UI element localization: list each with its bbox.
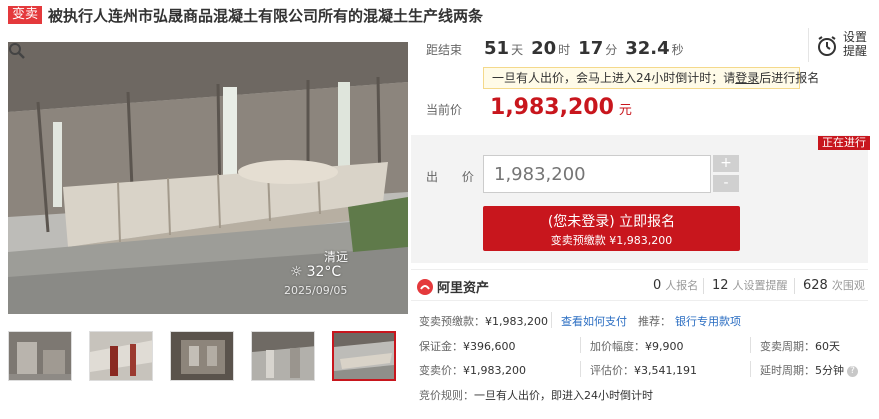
view-unit: 次围观 xyxy=(831,279,865,292)
notice-text-after: 后进行报名 xyxy=(759,71,820,85)
watermark-weather: ☼ 32°C xyxy=(290,264,341,280)
reminder-number: 12 xyxy=(712,278,729,293)
view-number: 628 xyxy=(803,278,828,293)
divider xyxy=(703,278,704,294)
rule-value: 一旦有人出价，即进入24小时倒计时 xyxy=(474,389,653,402)
thumbnail-4[interactable] xyxy=(251,331,315,381)
page-title: 被执行人连州市弘晟商品混凝土有限公司所有的混凝土生产线两条 xyxy=(48,6,484,25)
period-label: 变卖周期： xyxy=(760,340,815,353)
thumbnail-1[interactable] xyxy=(8,331,72,381)
countdown-days-unit: 天 xyxy=(511,43,524,57)
period-value: 60天 xyxy=(815,340,840,353)
delay-value: 5分钟 xyxy=(815,364,844,377)
bid-rule-info: 竞价规则：一旦有人出价，即进入24小时倒计时 xyxy=(419,387,653,403)
title-bar: 变卖 被执行人连州市弘晟商品混凝土有限公司所有的混凝土生产线两条 xyxy=(8,4,483,26)
deposit-label: 变卖预缴款： xyxy=(419,315,485,328)
register-button[interactable]: (您未登录) 立即报名 变卖预缴款 ¥1,983,200 xyxy=(483,206,740,251)
signup-count: 0 人报名 xyxy=(653,277,698,293)
signup-unit: 人报名 xyxy=(665,279,699,292)
help-icon[interactable]: ? xyxy=(847,365,858,377)
increment-value: ¥9,900 xyxy=(645,340,684,353)
current-price-unit: 元 xyxy=(618,103,632,118)
reminder-unit: 人设置提醒 xyxy=(732,279,788,292)
recommend-label: 推荐： xyxy=(638,315,671,328)
ali-assets-logo: 阿里资产 xyxy=(417,277,489,296)
current-price-value: 1,983,200 xyxy=(490,95,614,120)
increment-label: 加价幅度： xyxy=(590,340,645,353)
reminder-count: 12 人设置提醒 xyxy=(712,277,788,293)
countdown-hours-unit: 时 xyxy=(558,43,571,57)
sale-type-tag: 变卖 xyxy=(8,6,43,24)
signup-number: 0 xyxy=(653,278,662,293)
sale-price-info: 变卖价：¥1,983,200 xyxy=(419,362,526,378)
ali-logo-icon xyxy=(417,278,433,295)
appraisal-label: 评估价： xyxy=(590,364,634,377)
bid-decrease-button[interactable]: - xyxy=(713,175,739,192)
countdown-notice: 一旦有人出价，会马上进入24小时倒计时；请登录后进行报名 xyxy=(483,67,819,89)
countdown-minutes: 17 xyxy=(578,38,604,59)
warehouse-photo-image xyxy=(8,42,408,314)
alarm-clock-icon xyxy=(818,36,836,56)
thumbnail-2[interactable] xyxy=(89,331,153,381)
period-info: 变卖周期：60天 xyxy=(760,338,840,354)
sale-price-label: 变卖价： xyxy=(419,364,463,377)
appraisal-value: ¥3,541,191 xyxy=(634,364,697,377)
increment-info: 加价幅度：¥9,900 xyxy=(590,338,684,354)
deposit-value: ¥1,983,200 xyxy=(485,315,548,328)
status-badge: 正在进行 xyxy=(818,136,870,150)
countdown-seconds-unit: 秒 xyxy=(671,43,684,57)
current-price-label: 当前价 xyxy=(426,103,463,117)
divider xyxy=(551,312,552,328)
countdown: 距结束 51 天 20 时 17 分 32.4 秒 xyxy=(426,38,684,59)
watermark-place: 清远 xyxy=(324,250,349,264)
reminder-label-2: 提醒 xyxy=(843,44,868,58)
current-price-row: 当前价 1,983,200 元 xyxy=(426,95,632,120)
countdown-minutes-unit: 分 xyxy=(605,43,618,57)
notice-text-before: 一旦有人出价，会马上进入24小时倒计时；请 xyxy=(492,71,736,85)
countdown-label: 距结束 xyxy=(426,43,463,57)
recommend-info: 推荐： 银行专用款项 xyxy=(638,313,741,329)
countdown-days: 51 xyxy=(484,38,510,59)
divider xyxy=(750,361,751,377)
rule-label: 竞价规则： xyxy=(419,389,474,402)
stats-row: 阿里资产 0 人报名 12 人设置提醒 628 次围观 xyxy=(411,269,868,301)
main-photo[interactable]: 清远 ☼ 32°C 2025/09/05 xyxy=(8,42,408,314)
bid-label: 出 价 xyxy=(426,170,484,184)
sun-icon: ☼ xyxy=(290,264,303,280)
view-count: 628 次围观 xyxy=(803,277,865,293)
deposit-info: 变卖预缴款：¥1,983,200 xyxy=(419,313,548,329)
register-button-label: (您未登录) 立即报名 xyxy=(547,214,676,230)
thumbnail-3[interactable] xyxy=(170,331,234,381)
divider xyxy=(794,278,795,294)
guarantee-info: 保证金：¥396,600 xyxy=(419,338,516,354)
bid-input[interactable] xyxy=(483,155,711,193)
guarantee-value: ¥396,600 xyxy=(463,340,516,353)
thumbnail-strip xyxy=(8,331,396,381)
divider xyxy=(580,361,581,377)
delay-label: 延时周期： xyxy=(760,364,815,377)
countdown-seconds: 32.4 xyxy=(625,38,670,59)
set-reminder-button[interactable]: 设置 提醒 xyxy=(808,28,868,62)
zoom-icon[interactable] xyxy=(8,42,26,60)
register-button-deposit: 变卖预缴款 ¥1,983,200 xyxy=(550,234,673,247)
bank-account-link[interactable]: 银行专用款项 xyxy=(675,315,741,328)
platform-name: 阿里资产 xyxy=(437,281,490,296)
watermark-date: 2025/09/05 xyxy=(284,284,348,297)
appraisal-info: 评估价：¥3,541,191 xyxy=(590,362,697,378)
guarantee-label: 保证金： xyxy=(419,340,463,353)
login-link[interactable]: 登录 xyxy=(735,71,759,85)
delay-info: 延时周期：5分钟? xyxy=(760,362,858,378)
reminder-label-1: 设置 xyxy=(843,30,868,44)
watermark-temp: 32°C xyxy=(306,264,342,280)
countdown-hours: 20 xyxy=(531,38,557,59)
divider xyxy=(750,337,751,353)
thumbnail-5[interactable] xyxy=(332,331,396,381)
sale-price-value: ¥1,983,200 xyxy=(463,364,526,377)
how-to-pay-link[interactable]: 查看如何支付 xyxy=(561,315,627,328)
bid-increase-button[interactable]: + xyxy=(713,155,739,172)
divider xyxy=(580,337,581,353)
